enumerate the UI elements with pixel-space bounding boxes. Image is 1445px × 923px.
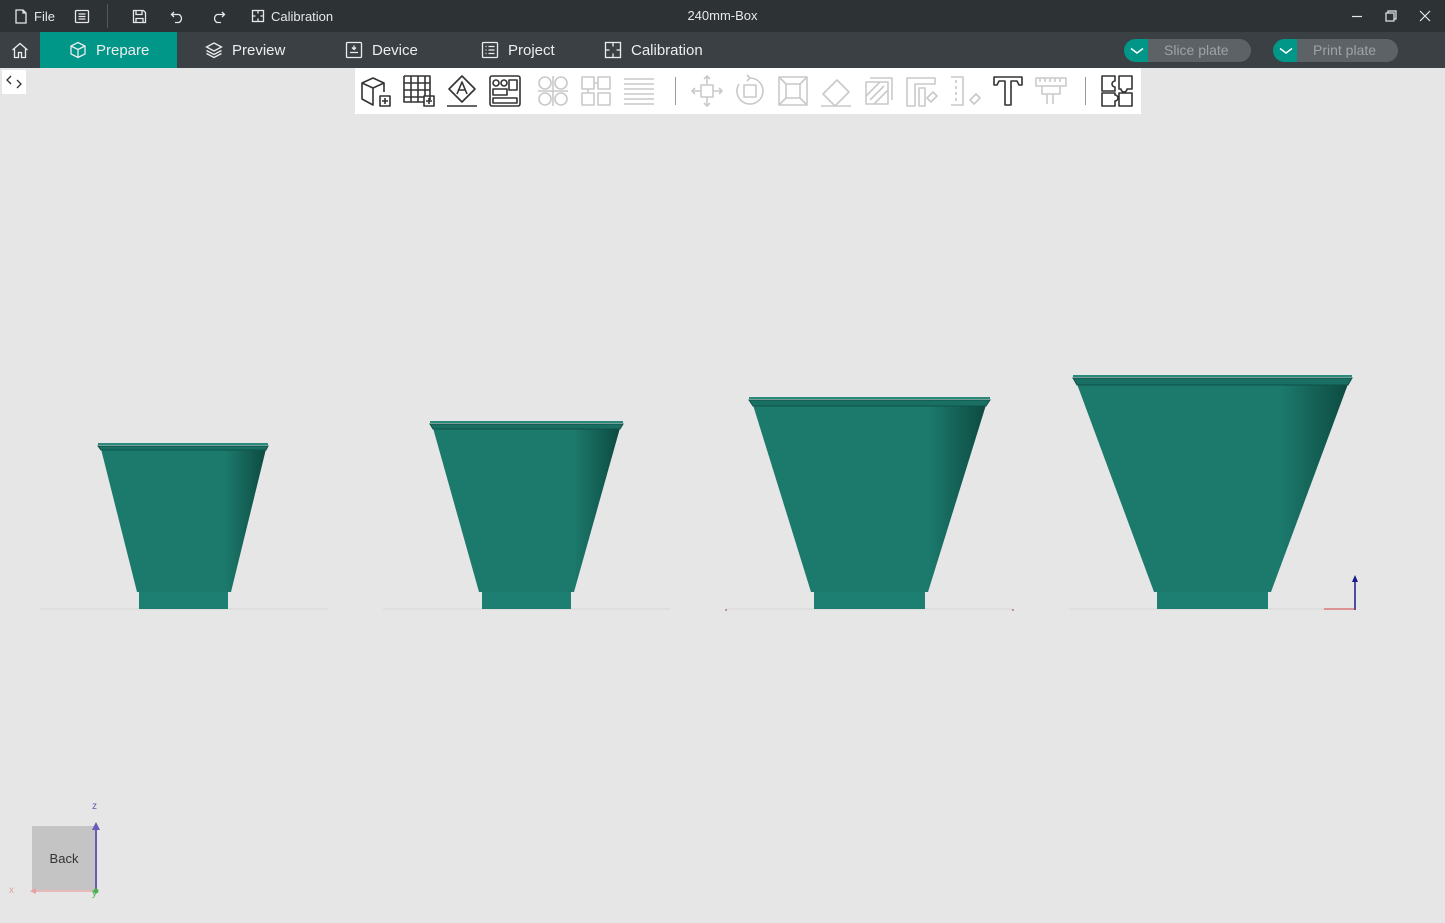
cut-button[interactable]	[862, 74, 896, 108]
move-icon	[691, 75, 723, 107]
calibration-icon	[251, 9, 265, 23]
split-objects-button[interactable]	[536, 74, 570, 108]
measure-icon	[1035, 77, 1067, 104]
lay-on-face-button[interactable]	[819, 74, 853, 108]
minimize-button[interactable]	[1340, 0, 1374, 32]
rotate-icon	[736, 74, 764, 105]
assembly-icon	[1101, 75, 1133, 107]
chevron-down-icon	[1279, 47, 1293, 54]
toolbar-divider	[675, 77, 676, 105]
split-parts-icon	[581, 76, 611, 106]
lay-on-face-icon	[821, 79, 851, 107]
undo-icon	[170, 11, 183, 23]
menu-button[interactable]	[74, 0, 90, 32]
print-plate-button[interactable]: Print plate	[1273, 39, 1399, 62]
redo-icon	[213, 11, 226, 23]
cut-icon	[865, 77, 893, 105]
variable-layer-button[interactable]	[622, 74, 656, 108]
restore-button[interactable]	[1374, 0, 1408, 32]
add-plate-icon	[403, 75, 435, 107]
calibration-menu[interactable]: Calibration	[251, 0, 333, 32]
add-object-button[interactable]	[359, 74, 393, 108]
arrange-icon	[489, 75, 521, 107]
auto-orient-icon	[447, 75, 477, 107]
tab-calibration[interactable]: Calibration	[604, 32, 703, 68]
layers-icon	[205, 42, 223, 59]
file-menu[interactable]: File	[14, 0, 55, 32]
support-paint-icon	[906, 77, 938, 107]
support-paint-button[interactable]	[905, 74, 939, 108]
add-plate-button[interactable]	[402, 74, 436, 108]
slice-dropdown-toggle[interactable]	[1124, 39, 1150, 62]
calibration-icon	[604, 41, 622, 59]
minimize-icon	[1352, 15, 1362, 18]
close-icon	[1419, 10, 1431, 22]
scene-canvas[interactable]	[0, 114, 1445, 923]
save-button[interactable]	[132, 0, 147, 32]
tab-project-label: Project	[508, 41, 555, 59]
3d-viewport[interactable]	[0, 114, 1445, 923]
redo-button[interactable]	[210, 0, 226, 32]
split-parts-button[interactable]	[579, 74, 613, 108]
tab-prepare-label: Prepare	[96, 41, 150, 59]
arrange-button[interactable]	[488, 74, 522, 108]
menu-icon	[74, 9, 90, 23]
print-dropdown-toggle[interactable]	[1273, 39, 1299, 62]
restore-icon	[1385, 10, 1397, 22]
add-object-icon	[361, 77, 391, 107]
tab-prepare[interactable]: Prepare	[40, 32, 177, 68]
axis-x-label: x	[9, 885, 14, 896]
home-icon	[12, 42, 28, 58]
print-plate-label: Print plate	[1297, 39, 1399, 62]
close-button[interactable]	[1408, 0, 1442, 32]
titlebar-divider	[107, 4, 108, 28]
text-tool-button[interactable]	[991, 74, 1025, 108]
funnel-model-2[interactable]	[429, 421, 624, 609]
rotate-button[interactable]	[733, 74, 767, 108]
calibration-menu-label: Calibration	[271, 8, 334, 24]
collapse-sidebar-icon	[6, 75, 22, 89]
move-button[interactable]	[690, 74, 724, 108]
measure-button[interactable]	[1034, 74, 1068, 108]
tab-preview-label: Preview	[232, 41, 286, 59]
title-bar: File Calibration 240mm-Box	[0, 0, 1445, 32]
slice-plate-label: Slice plate	[1148, 39, 1251, 62]
tab-project[interactable]: Project	[481, 32, 555, 68]
undo-button[interactable]	[170, 0, 186, 32]
split-objects-icon	[538, 76, 568, 106]
home-button[interactable]	[0, 32, 40, 68]
nav-bar: Prepare Preview Device Project Calibrati…	[0, 32, 1445, 68]
toolbar-divider	[1085, 77, 1086, 105]
view-cube[interactable]: Back z x y	[0, 800, 110, 900]
view-cube-axes	[30, 822, 100, 894]
seam-paint-icon	[951, 76, 981, 106]
funnel-model-1[interactable]	[97, 443, 269, 609]
seam-paint-button[interactable]	[948, 74, 982, 108]
sidebar-toggle-button[interactable]	[2, 70, 26, 94]
axis-z-label: z	[92, 801, 97, 812]
chevron-down-icon	[1130, 47, 1144, 54]
cube-icon	[70, 41, 86, 59]
file-icon	[15, 8, 27, 24]
text-icon	[993, 76, 1023, 106]
funnel-model-4[interactable]	[1072, 375, 1353, 609]
axis-y-label: y	[92, 888, 97, 899]
tab-device-label: Device	[372, 41, 418, 59]
slice-plate-button[interactable]: Slice plate	[1124, 39, 1251, 62]
canvas-toolbar	[355, 68, 1141, 114]
tab-preview[interactable]: Preview	[205, 32, 285, 68]
tab-calibration-label: Calibration	[631, 41, 703, 59]
funnel-model-3[interactable]	[748, 397, 991, 609]
variable-layer-icon	[624, 78, 654, 105]
scale-icon	[778, 76, 808, 106]
assembly-button[interactable]	[1100, 74, 1134, 108]
device-icon	[345, 41, 363, 59]
auto-orient-button[interactable]	[445, 74, 479, 108]
save-icon	[132, 9, 147, 23]
project-icon	[481, 41, 499, 59]
tab-device[interactable]: Device	[345, 32, 418, 68]
scale-button[interactable]	[776, 74, 810, 108]
file-menu-label: File	[34, 8, 55, 24]
